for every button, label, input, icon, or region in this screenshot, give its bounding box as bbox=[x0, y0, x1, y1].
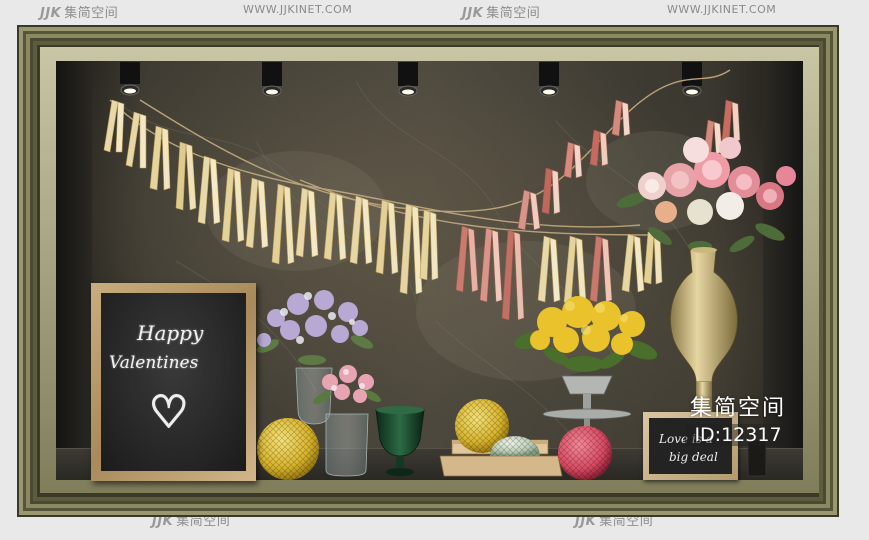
tassel bbox=[721, 99, 741, 143]
tassel bbox=[399, 203, 423, 295]
tassel bbox=[563, 141, 583, 179]
tassel bbox=[149, 125, 171, 191]
tassel bbox=[271, 183, 295, 265]
tassel bbox=[419, 209, 439, 281]
tassel bbox=[245, 177, 269, 249]
small-board-line2: big deal bbox=[669, 450, 718, 464]
tassel bbox=[501, 229, 525, 321]
product-render-scene: JJK 集简空间 WWW.JJKINET.COM JJK 集简空间 WWW.JJKI… bbox=[0, 0, 869, 540]
honeycomb-ball-pink bbox=[558, 426, 612, 480]
glass-jar bbox=[325, 413, 369, 477]
tassel bbox=[197, 155, 221, 225]
tassel bbox=[621, 233, 645, 293]
tassel bbox=[323, 191, 347, 261]
chalk-text-valentines: Valentines bbox=[109, 353, 199, 373]
tassel bbox=[103, 99, 125, 153]
tassel bbox=[221, 167, 245, 243]
cake-stand bbox=[542, 408, 632, 420]
spotlight bbox=[539, 62, 559, 97]
yellow-flower-arrangement bbox=[514, 296, 658, 448]
spotlight bbox=[120, 62, 140, 96]
tassel bbox=[589, 235, 613, 303]
tassel bbox=[611, 99, 631, 137]
honeycomb-ball-yellow bbox=[257, 418, 319, 480]
id-watermark: 集简空间 ID:12317 bbox=[685, 390, 791, 446]
tassel bbox=[589, 129, 609, 167]
tassel bbox=[349, 195, 373, 265]
green-goblet bbox=[375, 406, 425, 476]
tassel bbox=[537, 235, 561, 303]
tassel bbox=[375, 199, 399, 275]
id-watermark-brand: 集简空间 bbox=[689, 396, 786, 421]
tassel bbox=[541, 167, 561, 215]
tassel bbox=[175, 141, 197, 211]
tassel bbox=[295, 187, 319, 258]
chalk-heart-icon: ♡ bbox=[148, 386, 189, 439]
chalk-text-happy: Happy bbox=[137, 321, 204, 345]
id-watermark-code: ID:12317 bbox=[685, 424, 791, 446]
tassel bbox=[563, 235, 587, 305]
silver-bowl bbox=[561, 375, 613, 395]
spotlight-row bbox=[120, 62, 702, 97]
chalkboard-slate: Happy Valentines ♡ bbox=[101, 293, 246, 471]
tassel bbox=[125, 111, 147, 169]
tassel bbox=[455, 225, 479, 293]
spotlight bbox=[262, 62, 282, 97]
tassel bbox=[479, 227, 503, 303]
spotlight bbox=[398, 62, 418, 97]
tassel-garland-cream bbox=[103, 99, 663, 305]
happy-valentines-chalkboard: Happy Valentines ♡ bbox=[91, 283, 256, 481]
